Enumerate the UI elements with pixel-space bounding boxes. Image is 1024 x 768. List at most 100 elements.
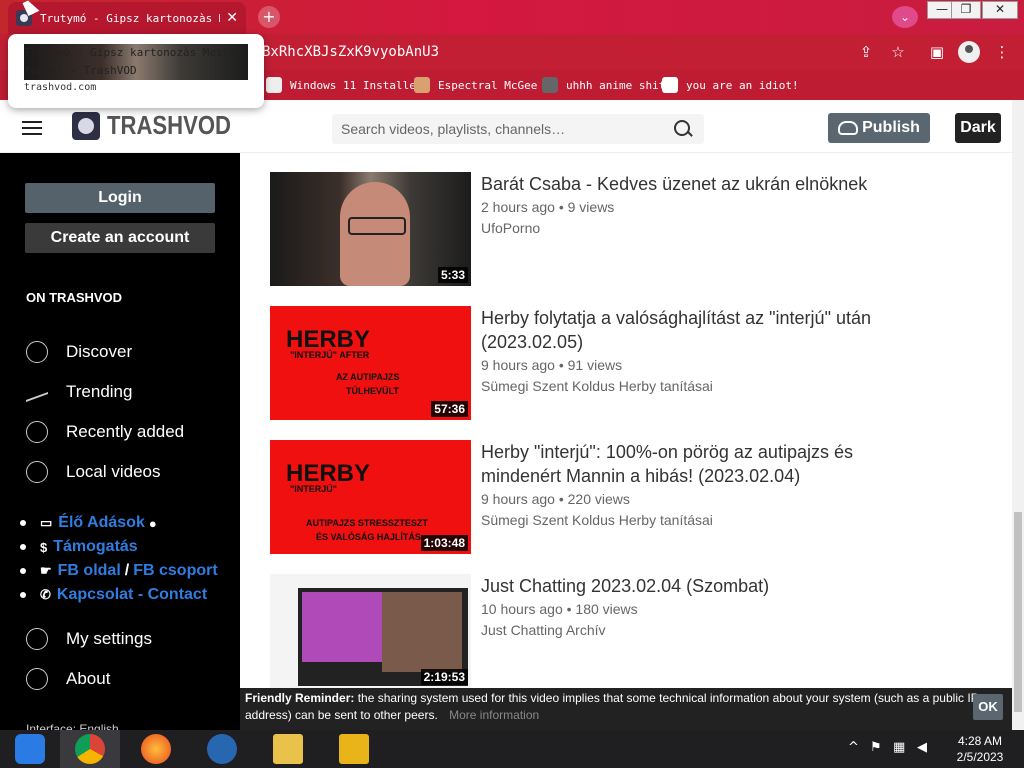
link-live[interactable]: ▭ Élő Adások ● bbox=[20, 511, 218, 535]
skull-icon bbox=[662, 77, 678, 93]
avatar-icon bbox=[414, 77, 430, 93]
video-thumbnail[interactable]: HERBY "INTERJÚ" AFTER AZ AUTIPAJZS TÚLHE… bbox=[270, 306, 471, 420]
link-facebook[interactable]: ☛ FB oldal / FB csoport bbox=[20, 559, 218, 583]
taskbar-clock[interactable]: 4:28 AM 2/5/2023 bbox=[948, 733, 1012, 765]
gear-icon bbox=[26, 628, 48, 650]
link-contact[interactable]: ✆ Kapcsolat - Contact bbox=[20, 583, 218, 607]
video-channel[interactable]: UfoPorno bbox=[481, 220, 540, 236]
taskbar-ie[interactable] bbox=[192, 730, 252, 768]
menu-kebab-icon[interactable]: ⋮ bbox=[992, 42, 1012, 62]
taskbar-chrome[interactable] bbox=[60, 730, 120, 768]
profile-avatar-icon[interactable] bbox=[958, 41, 980, 63]
sidebar-item-discover[interactable]: Discover bbox=[26, 340, 132, 364]
hamburger-menu-icon[interactable] bbox=[22, 121, 42, 135]
sidebar-item-settings[interactable]: My settings bbox=[26, 627, 152, 651]
sidebar-item-about[interactable]: About bbox=[26, 667, 110, 691]
tab-search-icon[interactable]: ⌄ bbox=[892, 6, 918, 28]
tab-close-icon[interactable]: ✕ bbox=[226, 10, 238, 26]
video-thumbnail[interactable]: HERBY "INTERJÚ" AUTIPAJZS STRESSZTESZT É… bbox=[270, 440, 471, 554]
video-title[interactable]: Herby "interjú": 100%-on pörög az autipa… bbox=[481, 440, 921, 488]
fire-icon: ● bbox=[148, 515, 157, 531]
bookmark-item[interactable]: Windows 11 Installer bbox=[266, 76, 422, 94]
video-channel[interactable]: Sümegi Szent Koldus Herby tanításai bbox=[481, 512, 713, 528]
logo-icon[interactable] bbox=[72, 112, 100, 140]
scrollbar-thumb[interactable] bbox=[1014, 512, 1022, 712]
interface-language: Interface: English bbox=[26, 722, 119, 730]
taskbar-explorer[interactable] bbox=[258, 730, 318, 768]
firefox-icon bbox=[141, 734, 171, 764]
fb-page-link[interactable]: FB oldal bbox=[58, 562, 121, 580]
tray-expand-icon[interactable]: ^ bbox=[848, 740, 859, 755]
start-button[interactable] bbox=[0, 730, 60, 768]
publish-label: Publish bbox=[862, 119, 920, 136]
link-label: Élő Adások bbox=[58, 514, 145, 531]
tooltip-title: Trutymó - Gipsz kartonozàs Mester fokon!… bbox=[24, 44, 248, 80]
video-meta: 2 hours ago • 9 views bbox=[481, 199, 615, 215]
video-item[interactable]: 5:33 Barát Csaba - Kedves üzenet az ukrá… bbox=[270, 172, 970, 286]
tooltip-domain: trashvod.com bbox=[24, 82, 97, 93]
sidebar: Login Create an account ON TRASHVOD Disc… bbox=[0, 153, 240, 730]
money-bag-icon: $ bbox=[40, 539, 48, 555]
search-icon[interactable] bbox=[674, 120, 690, 136]
thumbnail-image bbox=[382, 592, 462, 672]
sidebar-item-trending[interactable]: Trending bbox=[26, 380, 132, 404]
video-item[interactable]: HERBY "INTERJÚ" AFTER AZ AUTIPAJZS TÚLHE… bbox=[270, 306, 970, 420]
link-label: Kapcsolat - Contact bbox=[56, 586, 208, 603]
more-information-link[interactable]: More information bbox=[449, 708, 539, 722]
site-logo[interactable]: TRASHVOD bbox=[107, 110, 231, 141]
login-button[interactable]: Login bbox=[25, 183, 215, 213]
sidebar-item-local-videos[interactable]: Local videos bbox=[26, 460, 161, 484]
bookmark-star-icon[interactable]: ☆ bbox=[888, 42, 908, 62]
video-title[interactable]: Just Chatting 2023.02.04 (Szombat) bbox=[481, 574, 921, 598]
video-item[interactable]: 2:19:53 Just Chatting 2023.02.04 (Szomba… bbox=[270, 574, 970, 688]
home-icon bbox=[26, 461, 48, 483]
video-item[interactable]: HERBY "INTERJÚ" AUTIPAJZS STRESSZTESZT É… bbox=[270, 440, 970, 554]
share-icon[interactable]: ⇪ bbox=[856, 42, 876, 62]
bookmark-label: Espectral McGee bbox=[438, 78, 538, 92]
search-input[interactable] bbox=[332, 114, 652, 144]
windows-installer-icon bbox=[266, 77, 282, 93]
chrome-icon bbox=[75, 734, 105, 764]
thumbnail-line: AUTIPAJZS STRESSZTESZT bbox=[306, 518, 428, 528]
new-tab-button[interactable]: + bbox=[258, 6, 280, 28]
bookmark-item[interactable]: you are an idiot! bbox=[662, 76, 799, 94]
video-title[interactable]: Barát Csaba - Kedves üzenet az ukrán eln… bbox=[481, 172, 921, 196]
video-channel[interactable]: Sümegi Szent Koldus Herby tanításai bbox=[481, 378, 713, 394]
sidebar-item-recently-added[interactable]: Recently added bbox=[26, 420, 184, 444]
thumbnail-subheading: "INTERJÚ" bbox=[290, 484, 338, 494]
publish-button[interactable]: Publish bbox=[828, 113, 930, 143]
bookmark-item[interactable]: Espectral McGee bbox=[414, 76, 537, 94]
taskbar-firefox[interactable] bbox=[126, 730, 186, 768]
friendly-reminder-banner: Friendly Reminder: the sharing system us… bbox=[240, 688, 1012, 730]
link-support[interactable]: $ Támogatás bbox=[20, 535, 218, 559]
video-thumbnail[interactable]: 5:33 bbox=[270, 172, 471, 286]
de-app-icon bbox=[339, 734, 369, 764]
browser-tab[interactable]: Trutymó - Gipsz kartonozàs Mest ✕ bbox=[8, 2, 246, 34]
bookmark-item[interactable]: uhhh anime shit bbox=[542, 76, 665, 94]
fb-group-link[interactable]: FB csoport bbox=[133, 562, 217, 580]
video-channel[interactable]: Just Chatting Archív bbox=[481, 622, 606, 638]
volume-icon[interactable]: ◀ bbox=[917, 740, 927, 755]
video-thumbnail[interactable]: 2:19:53 bbox=[270, 574, 471, 688]
dark-mode-button[interactable]: Dark bbox=[955, 113, 1001, 143]
tab-title: Trutymó - Gipsz kartonozàs Mest bbox=[40, 11, 220, 25]
thumbnail-image bbox=[302, 592, 382, 662]
taskbar-app[interactable] bbox=[324, 730, 384, 768]
flag-icon[interactable]: ⚑ bbox=[870, 740, 882, 755]
create-account-button[interactable]: Create an account bbox=[25, 223, 215, 253]
video-duration: 57:36 bbox=[431, 401, 468, 417]
thumbnail-image bbox=[340, 182, 410, 286]
sidebar-section-title: ON TRASHVOD bbox=[26, 290, 123, 305]
video-duration: 1:03:48 bbox=[420, 535, 468, 551]
maximize-button[interactable]: ❐ bbox=[951, 1, 981, 19]
video-title[interactable]: Herby folytatja a valósághajlítást az "i… bbox=[481, 306, 921, 354]
link-label: Támogatás bbox=[53, 538, 138, 555]
network-icon[interactable]: ▦ bbox=[893, 740, 905, 755]
address-bar[interactable]: BxRhcXBJsZxK9vyobAnU3 bbox=[250, 38, 920, 66]
reminder-ok-button[interactable]: OK bbox=[973, 694, 1003, 720]
close-window-button[interactable]: ✕ bbox=[982, 1, 1018, 19]
thumbnail-line: AZ AUTIPAJZS bbox=[336, 372, 400, 382]
sidepanel-icon[interactable]: ▣ bbox=[927, 42, 947, 62]
video-duration: 2:19:53 bbox=[420, 669, 468, 685]
upload-cloud-icon bbox=[838, 121, 859, 135]
